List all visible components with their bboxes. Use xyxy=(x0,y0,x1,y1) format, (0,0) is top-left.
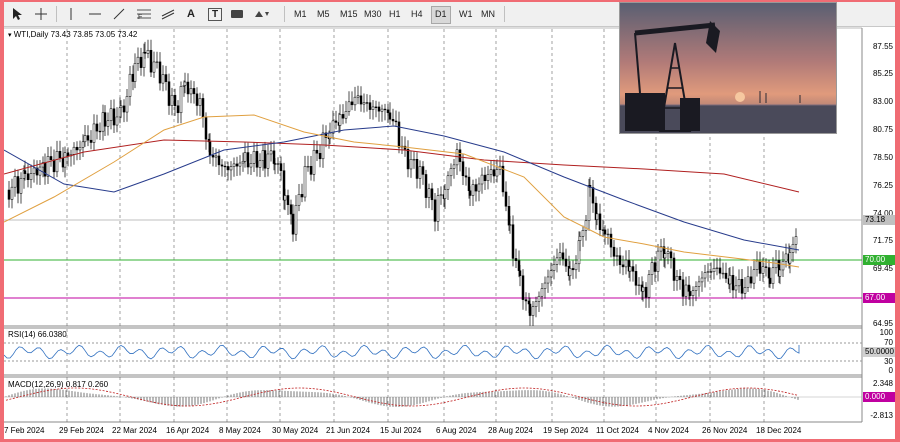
rsi-level-100: 100 xyxy=(879,328,893,337)
date-label: 22 Mar 2024 xyxy=(112,426,157,435)
date-label: 29 Feb 2024 xyxy=(59,426,104,435)
date-label: 19 Sep 2024 xyxy=(543,426,589,435)
date-label: 15 Jul 2024 xyxy=(380,426,422,435)
rsi-current-tag: 50.0000 xyxy=(863,347,895,357)
rsi-level-30: 30 xyxy=(884,357,893,366)
chart-symbol-header: ▾ WTI,Daily 73.43 73.85 73.05 73.42 xyxy=(8,30,138,39)
moving-average-orange xyxy=(4,114,800,268)
price-label: 85.25 xyxy=(872,69,893,78)
app-window: F A T M1 M5 M15 M30 H1 H4 D1 W1 MN ▾ WTI… xyxy=(4,2,895,439)
macd-label: MACD(12,26,9) 0.817 0.260 xyxy=(8,380,109,389)
rsi-level-70: 70 xyxy=(884,338,893,347)
price-label: 80.75 xyxy=(872,125,893,134)
date-label: 6 Aug 2024 xyxy=(436,426,477,435)
rsi-line xyxy=(4,344,800,360)
rsi-label: RSI(14) 66.0380 xyxy=(8,330,67,339)
date-label: 4 Nov 2024 xyxy=(648,426,689,435)
date-label: 21 Jun 2024 xyxy=(326,426,371,435)
date-label: 11 Oct 2024 xyxy=(596,426,639,435)
price-label: 87.55 xyxy=(872,42,893,51)
date-label: 8 May 2024 xyxy=(219,426,261,435)
price-label: 71.75 xyxy=(872,236,893,245)
macd-level-bottom: -2.813 xyxy=(870,411,893,420)
date-label: 30 May 2024 xyxy=(272,426,319,435)
date-label: 18 Dec 2024 xyxy=(756,426,802,435)
date-label: 26 Nov 2024 xyxy=(702,426,748,435)
date-label: 28 Aug 2024 xyxy=(488,426,533,435)
moving-average-red xyxy=(4,139,800,193)
current-price-tag: 73.18 xyxy=(863,215,895,225)
level-67-tag: 67.00 xyxy=(863,293,895,303)
price-label: 78.50 xyxy=(872,153,893,162)
macd-current-tag: 0.000 xyxy=(863,392,895,402)
price-label: 64.95 xyxy=(872,319,893,328)
price-label: 69.45 xyxy=(872,264,893,273)
moving-average-blue xyxy=(4,125,800,251)
rsi-level-0: 0 xyxy=(888,366,893,375)
date-label: 16 Apr 2024 xyxy=(166,426,210,435)
price-label: 76.25 xyxy=(872,181,893,190)
chart-dropdown-icon[interactable]: ▾ xyxy=(8,32,12,39)
date-label: 7 Feb 2024 xyxy=(4,426,45,435)
oil-pumpjack-photo xyxy=(619,2,837,134)
price-label: 83.00 xyxy=(872,97,893,106)
macd-level-top: 2.348 xyxy=(872,379,893,388)
